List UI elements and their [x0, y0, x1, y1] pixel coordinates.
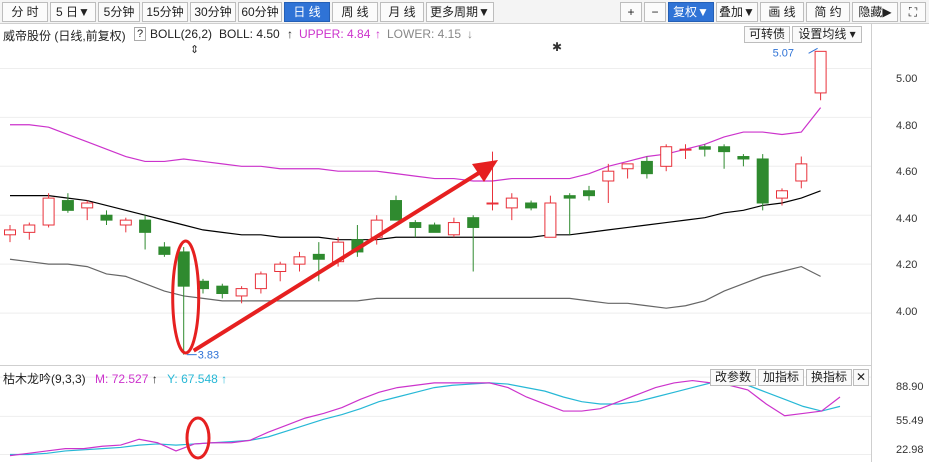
candlestick-chart: 3.83 5.07 ⇕ ✱ — [0, 40, 871, 460]
price-tick: 4.00 — [896, 306, 918, 318]
candle-body — [640, 160, 653, 175]
candle-body — [698, 146, 711, 150]
indicator-y-line — [10, 382, 841, 456]
indicator-y-value: Y: 67.548 — [167, 372, 218, 386]
candle-body — [544, 202, 557, 238]
indicator-m-line — [9, 379, 841, 457]
candle-body — [61, 200, 74, 211]
trend-arrow-line — [192, 169, 484, 353]
indicator-tick: 55.49 — [896, 415, 924, 427]
candle-body — [409, 222, 422, 228]
candle-body — [274, 263, 287, 272]
candle-body — [447, 222, 460, 236]
boll-upper-line — [10, 107, 822, 182]
candle-body — [621, 163, 634, 170]
candle-body — [254, 273, 267, 290]
candle-body — [235, 288, 248, 297]
candle-body — [679, 148, 692, 151]
indicator-m-value: M: 72.527 — [95, 372, 149, 386]
low-price-label: 3.83 — [198, 350, 219, 362]
up-arrow-icon: ↑ — [221, 372, 228, 386]
price-tick: 4.80 — [896, 120, 918, 132]
double-arrow-icon: ⇕ — [190, 44, 199, 56]
indicator-tick: 88.90 — [896, 381, 924, 393]
candle-body — [795, 163, 808, 182]
price-tick: 5.00 — [896, 73, 918, 85]
candle-body — [158, 246, 171, 255]
close-icon[interactable]: ✕ — [853, 369, 869, 386]
candle-body — [81, 202, 94, 209]
candle-body — [216, 285, 229, 295]
up-arrow-icon: ↑ — [151, 372, 158, 386]
candle-body — [293, 256, 306, 265]
candle-body — [312, 253, 325, 260]
indicator-title: 枯木龙吟(9,3,3) — [3, 372, 86, 386]
add-indicator-button[interactable]: 加指标 — [758, 369, 804, 386]
candle-body — [563, 195, 576, 199]
candle-body — [4, 229, 16, 236]
price-axis: 5.00 4.80 4.60 4.40 4.20 4.00 88.90 55.4… — [871, 24, 929, 462]
indicator-highlight-ellipse — [185, 416, 211, 460]
candle-body — [737, 156, 750, 160]
switch-indicator-button[interactable]: 换指标 — [806, 369, 852, 386]
panel-divider — [0, 365, 871, 366]
candle-body — [814, 50, 827, 94]
candle-body — [525, 202, 538, 209]
high-price-label: 5.07 — [773, 47, 794, 59]
candle-body — [756, 158, 769, 204]
candle-body — [583, 190, 595, 197]
candle-body — [776, 190, 788, 199]
candle-body — [23, 224, 36, 233]
candle-body — [139, 219, 152, 233]
candle-body — [486, 202, 499, 205]
candle-body — [42, 197, 55, 226]
candle-body — [390, 200, 402, 221]
candle-body — [718, 146, 731, 153]
asterisk-icon: ✱ — [552, 40, 562, 54]
candle-body — [602, 170, 615, 182]
trend-arrow-head — [472, 160, 498, 182]
candle-body — [467, 217, 480, 228]
candle-body — [119, 219, 132, 226]
price-tick: 4.60 — [896, 166, 918, 178]
indicator-header: 枯木龙吟(9,3,3) M: 72.527 ↑ Y: 67.548 ↑ — [3, 370, 227, 387]
fullscreen-icon[interactable]: ⛶ — [900, 2, 926, 22]
candle-body — [100, 214, 113, 221]
candle-body — [428, 224, 441, 233]
price-tick: 4.40 — [896, 213, 918, 225]
boll-lower-line — [9, 258, 821, 309]
candle-body — [177, 251, 190, 287]
change-params-button[interactable]: 改参数 — [710, 369, 756, 386]
price-tick: 4.20 — [896, 259, 918, 271]
candle-body — [505, 197, 518, 209]
indicator-tick: 22.98 — [896, 444, 924, 456]
candle-body — [660, 146, 673, 167]
